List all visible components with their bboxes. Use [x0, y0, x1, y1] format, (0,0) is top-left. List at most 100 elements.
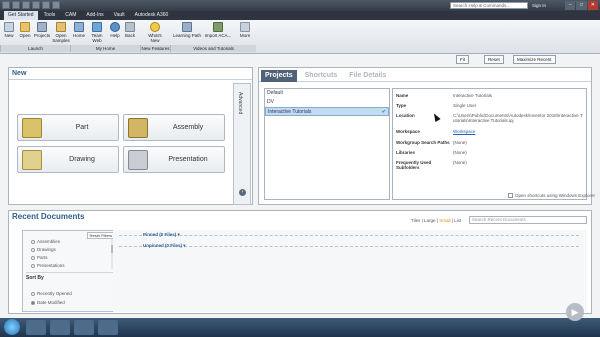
- close-button[interactable]: ✕: [587, 1, 598, 10]
- samples-folder-icon: [56, 22, 66, 32]
- chevron-right-icon[interactable]: ›: [239, 189, 246, 196]
- workspace-link[interactable]: Workspace: [453, 129, 583, 134]
- open-ribbon-button[interactable]: Open: [18, 22, 32, 46]
- view-mode-small[interactable]: Small: [439, 218, 450, 223]
- new-assembly-button[interactable]: Assembly: [123, 114, 225, 141]
- reset-button[interactable]: Reset: [484, 55, 504, 64]
- filter-label: Presentations: [37, 263, 65, 268]
- launch-group-label: Launch: [0, 45, 70, 52]
- taskbar-app-media[interactable]: [74, 320, 94, 335]
- advanced-expander[interactable]: Advanced ›: [233, 83, 251, 205]
- sign-in[interactable]: Sign In: [532, 2, 560, 9]
- open-folder-icon: [20, 22, 30, 32]
- tab-projects[interactable]: Projects: [261, 70, 297, 82]
- help-ribbon-button[interactable]: Help: [108, 22, 122, 46]
- view-mode-list[interactable]: List: [454, 218, 461, 223]
- projects-list: Default DV Interactive Tutorials ✔: [264, 88, 390, 200]
- home-ribbon-button[interactable]: Home: [72, 22, 86, 46]
- filter-checkbox[interactable]: [31, 247, 35, 252]
- tab-cam[interactable]: CAM: [61, 11, 80, 20]
- taskbar-app-browser[interactable]: [50, 320, 70, 335]
- open-samples-ribbon-button[interactable]: Open Samples: [52, 22, 70, 46]
- tab-file-details[interactable]: File Details: [345, 70, 390, 82]
- sort-recently-opened[interactable]: Recently Opened: [31, 291, 72, 296]
- whats-new-ribbon-label: What's New: [148, 33, 162, 43]
- redo-icon[interactable]: [52, 1, 60, 9]
- project-item-dv[interactable]: DV: [265, 98, 389, 107]
- video-thumbnail-icon: [213, 22, 223, 32]
- property-value: Single User: [453, 103, 477, 108]
- filter-checkbox[interactable]: [31, 263, 35, 268]
- tab-get-started[interactable]: Get Started: [4, 11, 38, 20]
- projects-panel: Projects Shortcuts File Details Default …: [258, 67, 592, 205]
- new-drawing-label: Drawing: [69, 156, 95, 163]
- filter-drawings[interactable]: Drawings: [31, 247, 56, 252]
- learning-path-ribbon-label: Learning Path: [172, 33, 202, 38]
- filter-parts[interactable]: Parts: [31, 255, 48, 260]
- save-icon[interactable]: [32, 1, 40, 9]
- back-arrow-icon: [125, 22, 135, 32]
- maximize-button[interactable]: □: [576, 1, 587, 10]
- minimize-button[interactable]: −: [565, 1, 576, 10]
- explorer-option[interactable]: Open shortcuts using Windows Explorer: [508, 193, 596, 199]
- back-ribbon-button[interactable]: Back: [123, 22, 137, 46]
- more-ribbon-label: More: [239, 33, 251, 38]
- explorer-checkbox[interactable]: [508, 193, 513, 199]
- property-key: Name: [396, 93, 409, 98]
- tab-add-ins[interactable]: Add-Ins: [82, 11, 107, 20]
- new-file-icon: [4, 22, 14, 32]
- start-button[interactable]: [4, 319, 20, 335]
- taskbar-app-explorer[interactable]: [26, 320, 46, 335]
- filter-checkbox[interactable]: [31, 239, 35, 244]
- filter-assemblies[interactable]: Assemblies: [31, 239, 60, 244]
- reset-filters-button[interactable]: Reset Filters: [86, 232, 115, 239]
- app-menu-icon[interactable]: [2, 1, 10, 9]
- tab-autodesk-a360[interactable]: Autodesk A360: [131, 11, 173, 20]
- tab-vault[interactable]: Vault: [110, 11, 129, 20]
- tab-tools[interactable]: Tools: [40, 11, 60, 20]
- fit-button[interactable]: Fit: [456, 55, 469, 64]
- property-value: (None): [453, 160, 467, 165]
- import-aca-ribbon-button[interactable]: Import ACA...: [203, 22, 233, 46]
- recent-search-input[interactable]: Search Recent Documents: [469, 216, 587, 224]
- explorer-option-label: Open shortcuts using Windows Explorer: [515, 193, 596, 198]
- property-key: Libraries: [396, 150, 416, 155]
- whats-new-ribbon-button[interactable]: What's New: [145, 22, 165, 46]
- help-search-input[interactable]: Search Help & Commands...: [450, 2, 528, 9]
- new-ribbon-button[interactable]: New: [2, 22, 16, 46]
- play-icon[interactable]: ▶: [566, 303, 584, 321]
- projects-ribbon-button[interactable]: Projects: [33, 22, 51, 46]
- learning-path-ribbon-button[interactable]: Learning Path: [172, 22, 202, 46]
- sort-date-modified[interactable]: Date Modified: [31, 300, 65, 305]
- property-key: Workspace: [396, 129, 420, 134]
- unpinned-group[interactable]: Unpinned (0 Files) ▾: [143, 243, 186, 249]
- view-modes: Tiles | Large | Small | List: [411, 218, 462, 223]
- tab-shortcuts[interactable]: Shortcuts: [301, 70, 342, 82]
- pinned-group[interactable]: Pinned (0 Files) ▾: [143, 232, 180, 238]
- project-item-interactive-tutorials[interactable]: Interactive Tutorials ✔: [265, 107, 389, 116]
- view-mode-tiles[interactable]: Tiles: [411, 218, 420, 223]
- new-icon[interactable]: [12, 1, 20, 9]
- team-web-ribbon-button[interactable]: Team Web: [87, 22, 107, 46]
- undo-icon[interactable]: [42, 1, 50, 9]
- new-drawing-button[interactable]: Drawing: [17, 146, 119, 173]
- sort-label: Recently Opened: [37, 291, 72, 296]
- maximize-recent-button[interactable]: Maximize Recent: [513, 55, 556, 64]
- project-item-default[interactable]: Default: [265, 89, 389, 98]
- sort-label: Date Modified: [37, 300, 65, 305]
- new-part-button[interactable]: Part: [17, 114, 119, 141]
- ribbon-tabs: Get Started Tools CAM Add-Ins Vault Auto…: [0, 11, 600, 20]
- open-icon[interactable]: [22, 1, 30, 9]
- sort-radio[interactable]: [31, 291, 35, 296]
- filter-checkbox[interactable]: [31, 255, 35, 260]
- quick-access-toolbar: [2, 1, 60, 9]
- view-mode-large[interactable]: Large: [424, 218, 436, 223]
- more-ribbon-button[interactable]: More: [237, 22, 253, 46]
- advanced-label: Advanced: [237, 92, 243, 115]
- filter-pane: Reset Filters Assemblies Drawings Parts …: [22, 230, 118, 312]
- new-presentation-button[interactable]: Presentation: [123, 146, 225, 173]
- taskbar-app-inventor[interactable]: [98, 320, 118, 335]
- my-home-group-label: My Home: [70, 45, 140, 52]
- filter-presentations[interactable]: Presentations: [31, 263, 65, 268]
- sort-radio[interactable]: [31, 300, 35, 305]
